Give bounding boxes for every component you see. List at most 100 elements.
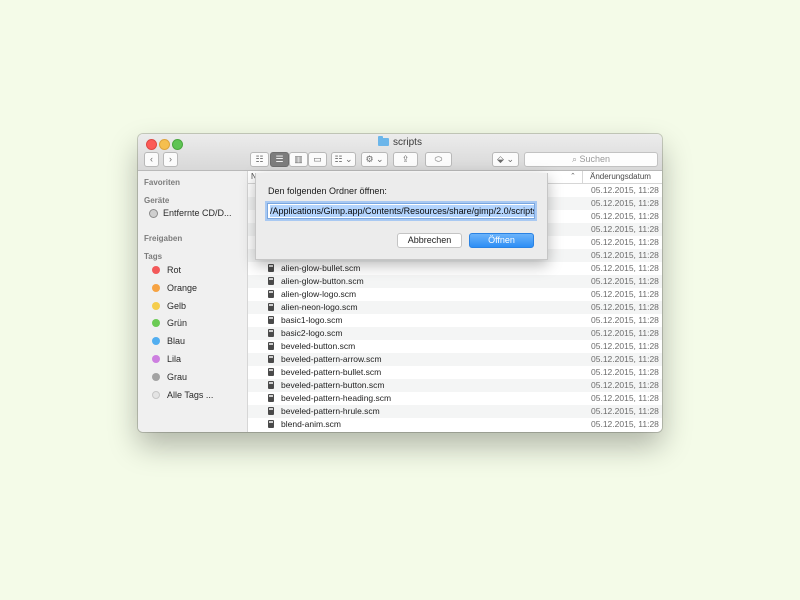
arrange-menu-button[interactable]: ☷ ⌄ xyxy=(331,152,356,167)
sidebar-tag-lila[interactable]: Lila xyxy=(152,354,181,364)
file-date: 05.12.2015, 11:28 xyxy=(591,276,659,286)
forward-icon: › xyxy=(169,154,172,164)
tag-color-dot xyxy=(152,302,160,310)
dropbox-icon: ⬙ ⌄ xyxy=(497,154,514,164)
tag-icon: ⬭ xyxy=(434,154,443,164)
tag-color-dot xyxy=(152,337,160,345)
file-name: alien-glow-button.scm xyxy=(281,276,364,286)
folder-icon xyxy=(378,136,390,146)
table-row[interactable]: alien-glow-button.scm 05.12.2015, 11:28 xyxy=(248,275,662,288)
file-date: 05.12.2015, 11:28 xyxy=(591,354,659,364)
list-view-button[interactable]: ☰ xyxy=(270,152,289,167)
coverflow-view-button[interactable]: ▭ xyxy=(308,152,327,167)
script-file-icon xyxy=(268,381,274,389)
table-row[interactable]: beveled-pattern-hrule.scm 05.12.2015, 11:… xyxy=(248,405,662,418)
table-row[interactable]: alien-glow-bullet.scm 05.12.2015, 11:28 xyxy=(248,262,662,275)
sort-arrow-icon: ⌃ xyxy=(570,173,576,180)
file-date: 05.12.2015, 11:28 xyxy=(591,263,659,273)
table-row[interactable]: blend-anim.scm 05.12.2015, 11:28 xyxy=(248,418,662,431)
table-row[interactable]: beveled-pattern-button.scm 05.12.2015, 11… xyxy=(248,379,662,392)
table-row[interactable]: basic2-logo.scm 05.12.2015, 11:28 xyxy=(248,327,662,340)
window-title-text: scripts xyxy=(393,137,422,148)
tag-color-dot xyxy=(152,266,160,274)
dialog-label: Den folgenden Ordner öffnen: xyxy=(268,186,387,196)
file-date: 05.12.2015, 11:28 xyxy=(591,315,659,325)
action-menu-button[interactable]: ⚙ ⌄ xyxy=(361,152,388,167)
tag-label: Orange xyxy=(167,283,198,293)
gear-icon: ⚙ ⌄ xyxy=(365,154,384,164)
table-row[interactable]: alien-glow-logo.scm 05.12.2015, 11:28 xyxy=(248,288,662,301)
table-row[interactable]: beveled-pattern-bullet.scm 05.12.2015, 11… xyxy=(248,366,662,379)
sidebar-item-remote-disc[interactable]: Entfernte CD/D... xyxy=(149,208,232,218)
file-date: 05.12.2015, 11:28 xyxy=(591,250,659,260)
sidebar-heading-tags: Tags xyxy=(144,252,163,261)
file-date: 05.12.2015, 11:28 xyxy=(591,237,659,247)
title-bar: scripts ‹ › ☷ ☰ ▥ ▭ ☷ ⌄ ⚙ ⌄ ⇪ ⬭ ⬙ ⌄ ⌕ Su… xyxy=(138,134,662,171)
forward-button[interactable]: › xyxy=(163,152,178,167)
coverflow-icon: ▭ xyxy=(313,154,322,164)
tag-label: Rot xyxy=(167,265,182,275)
table-row[interactable]: alien-neon-logo.scm 05.12.2015, 11:28 xyxy=(248,301,662,314)
sidebar-tag-gelb[interactable]: Gelb xyxy=(152,301,186,311)
sidebar-item-label: Entfernte CD/D... xyxy=(163,208,232,218)
grid-icon: ☷ xyxy=(255,154,264,164)
search-placeholder: ⌕ Suchen xyxy=(571,154,611,164)
file-name: beveled-pattern-heading.scm xyxy=(281,393,392,403)
all-tags-icon xyxy=(152,391,160,399)
tag-label: Lila xyxy=(167,354,182,364)
folder-path-input[interactable]: /Applications/Gimp.app/Contents/Resource… xyxy=(267,203,535,219)
file-date: 05.12.2015, 11:28 xyxy=(591,393,659,403)
share-button[interactable]: ⇪ xyxy=(393,152,418,167)
table-row[interactable]: basic1-logo.scm 05.12.2015, 11:28 xyxy=(248,314,662,327)
column-header-date[interactable]: Änderungsdatum xyxy=(582,171,662,183)
edit-tags-button[interactable]: ⬭ xyxy=(425,152,452,167)
open-button[interactable]: Öffnen xyxy=(469,233,534,248)
sidebar-all-tags[interactable]: Alle Tags ... xyxy=(152,390,213,400)
script-file-icon xyxy=(268,277,274,285)
sidebar-tag-rot[interactable]: Rot xyxy=(152,265,181,275)
arrange-icon: ☷ ⌄ xyxy=(334,154,353,164)
table-row[interactable]: beveled-pattern-heading.scm 05.12.2015, 1… xyxy=(248,392,662,405)
icon-view-button[interactable]: ☷ xyxy=(250,152,269,167)
all-tags-label: Alle Tags ... xyxy=(167,390,214,400)
search-input[interactable]: ⌕ Suchen xyxy=(524,152,658,167)
window-title: scripts xyxy=(138,136,662,148)
disc-icon xyxy=(149,209,158,218)
file-date: 05.12.2015, 11:28 xyxy=(591,419,659,429)
back-button[interactable]: ‹ xyxy=(144,152,159,167)
cancel-button[interactable]: Abbrechen xyxy=(397,233,462,248)
file-date: 05.12.2015, 11:28 xyxy=(591,367,659,377)
back-icon: ‹ xyxy=(150,154,153,164)
list-icon: ☰ xyxy=(275,154,284,164)
tag-color-dot xyxy=(152,319,160,327)
script-file-icon xyxy=(268,342,274,350)
file-date: 05.12.2015, 11:28 xyxy=(591,328,659,338)
file-date: 05.12.2015, 11:28 xyxy=(591,185,659,195)
sidebar-tag-grau[interactable]: Grau xyxy=(152,372,187,382)
table-row[interactable]: beveled-pattern-arrow.scm 05.12.2015, 11:… xyxy=(248,353,662,366)
file-name: alien-neon-logo.scm xyxy=(281,302,358,312)
sidebar-tag-blau[interactable]: Blau xyxy=(152,336,185,346)
script-file-icon xyxy=(268,329,274,337)
script-file-icon xyxy=(268,355,274,363)
file-date: 05.12.2015, 11:28 xyxy=(591,198,659,208)
tag-color-dot xyxy=(152,373,160,381)
sidebar-tag-gruen[interactable]: Grün xyxy=(152,318,187,328)
file-date: 05.12.2015, 11:28 xyxy=(591,211,659,221)
column-view-button[interactable]: ▥ xyxy=(289,152,308,167)
sidebar-tag-orange[interactable]: Orange xyxy=(152,283,197,293)
file-name: beveled-pattern-bullet.scm xyxy=(281,367,382,377)
script-file-icon xyxy=(268,316,274,324)
file-name: basic2-logo.scm xyxy=(281,328,343,338)
share-icon: ⇪ xyxy=(401,154,410,164)
sidebar-heading-favorites: Favoriten xyxy=(144,178,181,187)
folder-path-value: /Applications/Gimp.app/Contents/Resource… xyxy=(270,205,534,217)
script-file-icon xyxy=(268,394,274,402)
sidebar: Favoriten Geräte Entfernte CD/D... Freig… xyxy=(138,171,248,432)
file-name: beveled-button.scm xyxy=(281,341,356,351)
table-row[interactable]: beveled-button.scm 05.12.2015, 11:28 xyxy=(248,340,662,353)
dropbox-button[interactable]: ⬙ ⌄ xyxy=(492,152,519,167)
script-file-icon xyxy=(268,264,274,272)
tag-color-dot xyxy=(152,284,160,292)
file-name: beveled-pattern-hrule.scm xyxy=(281,406,380,416)
